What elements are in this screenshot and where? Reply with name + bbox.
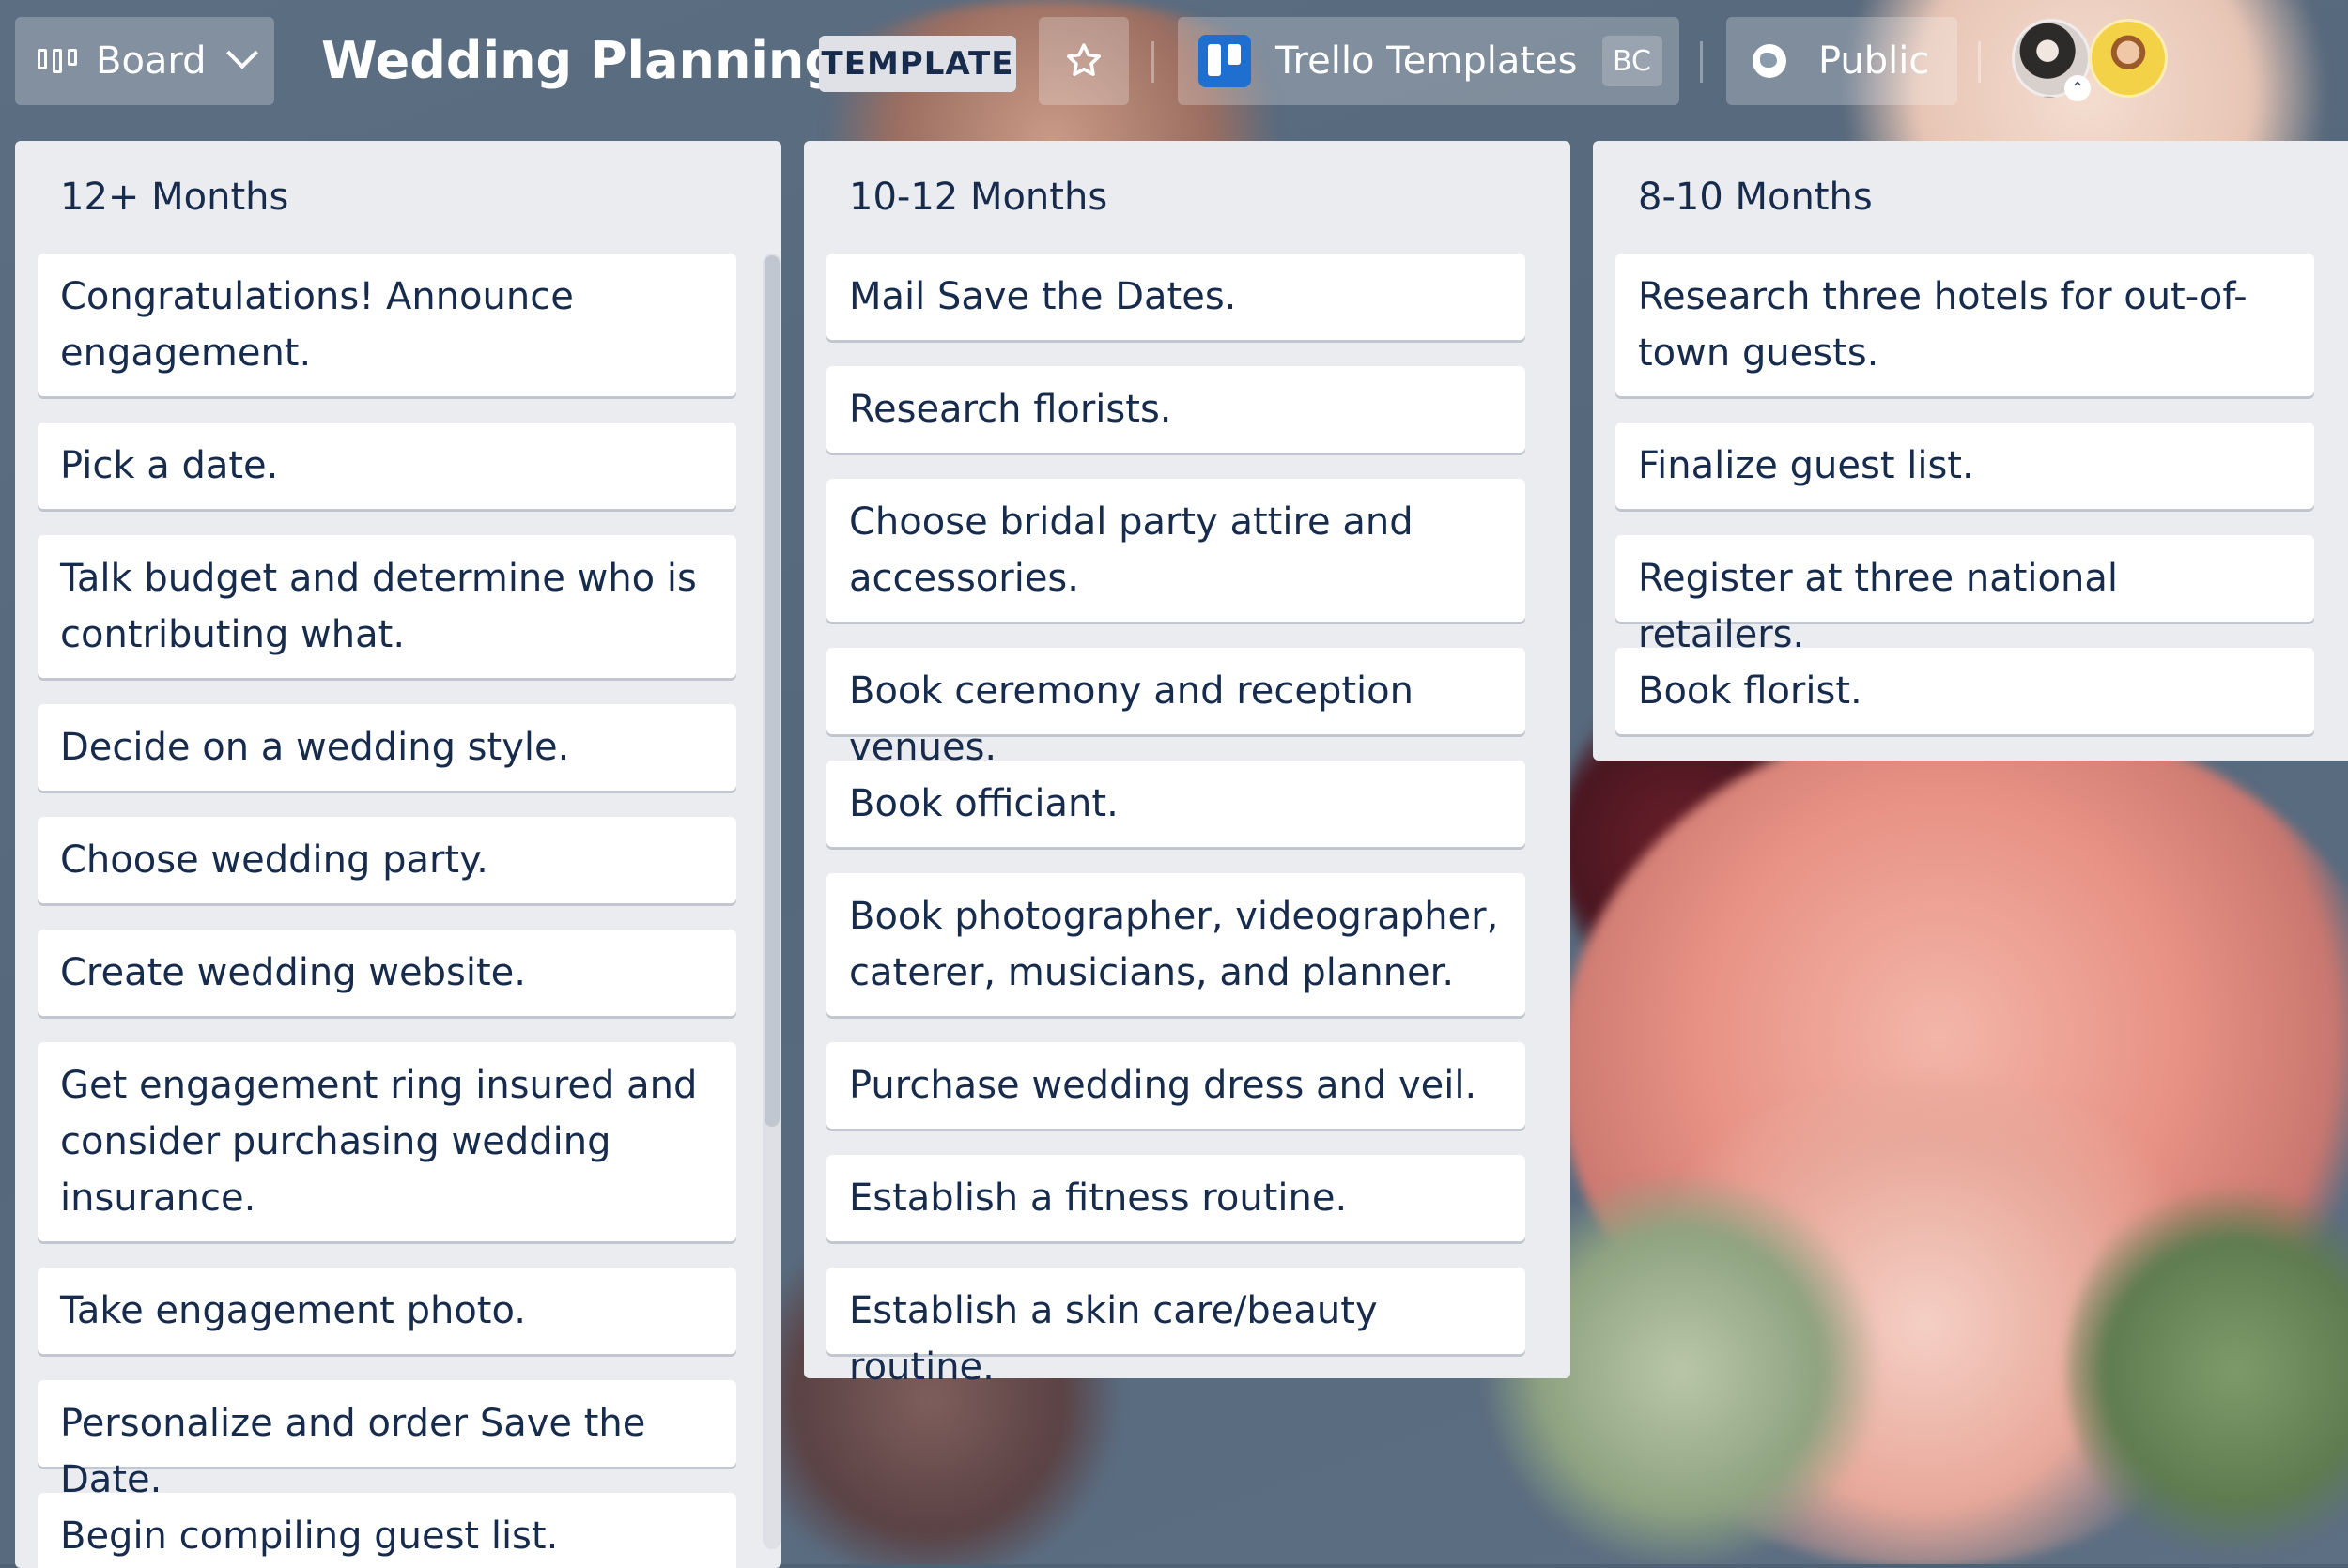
star-icon [1067, 43, 1101, 76]
list-item[interactable]: Pick a date. [38, 423, 736, 509]
list-title[interactable]: 10-12 Months [849, 171, 1107, 223]
chevron-down-icon [225, 37, 258, 69]
list-title[interactable]: 12+ Months [60, 171, 288, 223]
list-item[interactable]: Research three hotels for out-of-town gu… [1615, 254, 2314, 396]
list-item[interactable]: Book florist. [1615, 648, 2314, 734]
workspace-badge: BC [1601, 36, 1662, 86]
globe-icon [1753, 44, 1786, 78]
list-item[interactable]: Decide on a wedding style. [38, 704, 736, 791]
list-item[interactable]: Choose wedding party. [38, 817, 736, 903]
header-divider [1151, 41, 1154, 83]
list-item[interactable]: Book ceremony and reception venues. [826, 648, 1525, 769]
list-item[interactable]: Personalize and order Save the Date. [38, 1380, 736, 1501]
header-divider [1700, 41, 1703, 83]
list-item[interactable]: Purchase wedding dress and veil. [826, 1042, 1525, 1129]
star-board-button[interactable] [1039, 17, 1129, 105]
list-item[interactable]: Research florists. [826, 366, 1525, 453]
board-title[interactable]: Wedding Planning [321, 28, 841, 94]
avatar[interactable] [2089, 19, 2168, 98]
trello-logo-icon [1198, 35, 1251, 87]
board-header: Board Wedding Planning TEMPLATE Trello T… [0, 0, 2348, 126]
list-item[interactable]: Congratulations! Announce engagement. [38, 254, 736, 396]
view-switcher-button[interactable]: Board [15, 17, 274, 105]
list-item[interactable]: Choose bridal party attire and accessori… [826, 479, 1525, 622]
header-divider [1978, 41, 1981, 83]
list-item[interactable]: Take engagement photo. [38, 1268, 736, 1354]
list-item[interactable]: Register at three national retailers. [1615, 535, 2314, 656]
list-item[interactable]: Begin compiling guest list. [38, 1493, 736, 1568]
view-label: Board [96, 39, 207, 83]
list-item[interactable]: Get engagement ring insured and consider… [38, 1042, 736, 1241]
list-10-12-months: 10-12 Months Mail Save the Dates. Resear… [804, 141, 1570, 1389]
visibility-label: Public [1818, 39, 1930, 83]
list-item[interactable]: Book photographer, videographer, caterer… [826, 873, 1525, 1016]
scrollbar-thumb[interactable] [765, 255, 780, 1127]
list-item[interactable]: Mail Save the Dates. [826, 254, 1525, 340]
list-8-10-months: 8-10 Months Research three hotels for ou… [1593, 141, 2348, 761]
workspace-name: Trello Templates [1275, 39, 1578, 83]
list-12-plus-months: 12+ Months Congratulations! Announce eng… [15, 141, 781, 1568]
list-item[interactable]: Finalize guest list. [1615, 423, 2314, 509]
board-view-icon [38, 49, 79, 73]
visibility-button[interactable]: Public [1726, 17, 1957, 105]
list-title[interactable]: 8-10 Months [1638, 171, 1873, 223]
admin-chevron-icon: ⌃ [2064, 75, 2091, 101]
list-item[interactable]: Establish a skin care/beauty routine. [826, 1268, 1525, 1389]
list-item[interactable]: Establish a fitness routine. [826, 1155, 1525, 1241]
list-item[interactable]: Book officiant. [826, 761, 1525, 847]
template-badge: TEMPLATE [819, 36, 1016, 92]
workspace-button[interactable]: Trello Templates BC [1178, 17, 1679, 105]
list-item[interactable]: Create wedding website. [38, 930, 736, 1016]
list-item[interactable]: Talk budget and determine who is contrib… [38, 535, 736, 678]
